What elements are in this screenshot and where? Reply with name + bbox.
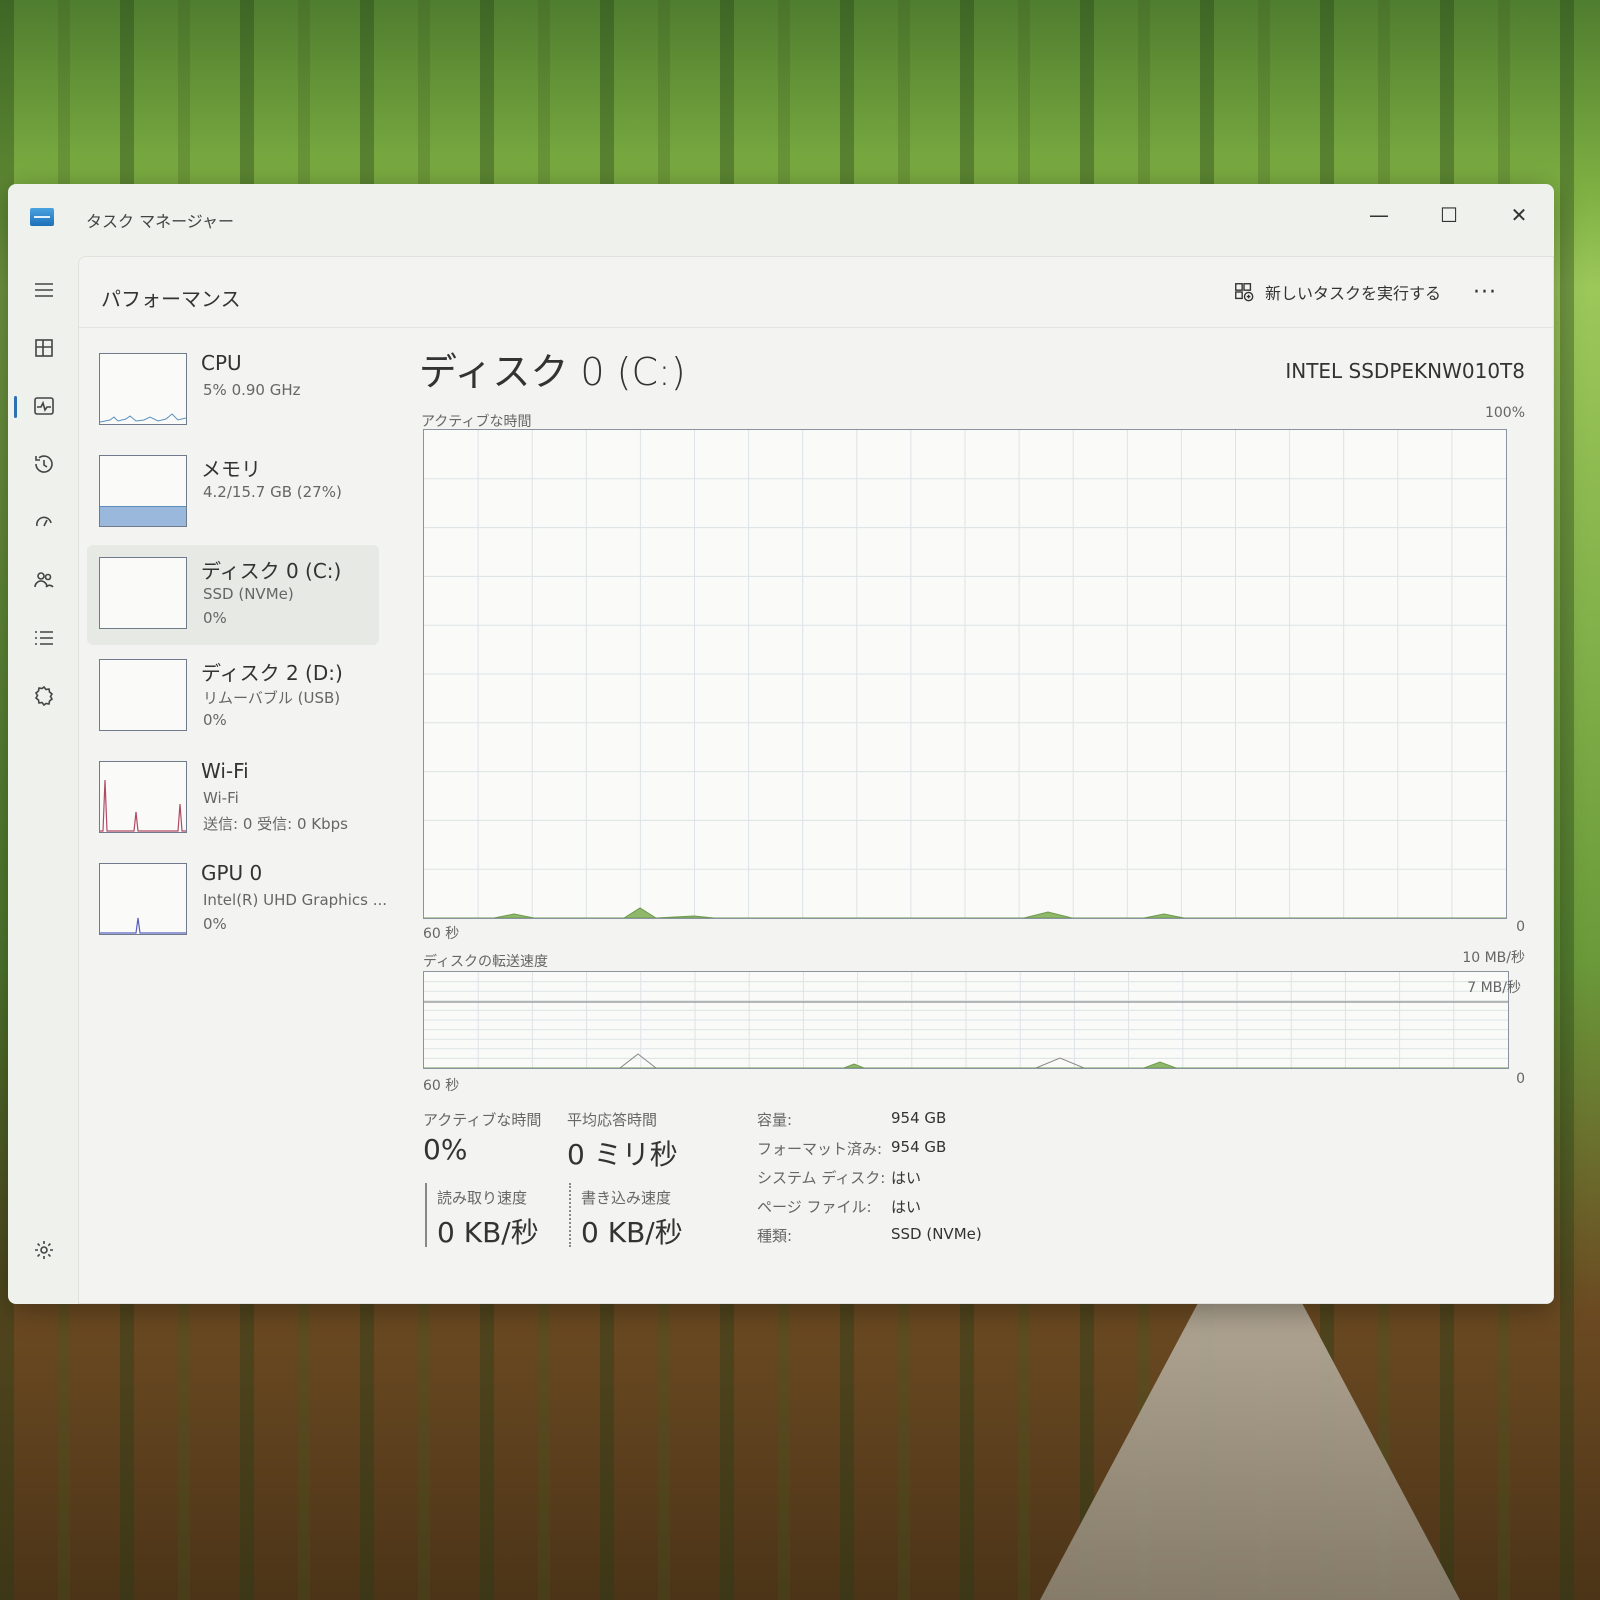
active-time-chart-max: 100%	[1484, 405, 1525, 421]
cpu-thumbnail-graph	[99, 353, 187, 425]
run-new-task-button[interactable]: 新しいタスクを実行する	[1233, 275, 1441, 309]
wallpaper-path	[1040, 1300, 1460, 1600]
write-speed-value: 0 KB/秒	[581, 1216, 683, 1249]
type-label: 種類:	[757, 1227, 793, 1245]
capacity-value: 954 GB	[891, 1109, 947, 1127]
transfer-chart-right: 0	[1516, 1071, 1525, 1087]
capacity-label: 容量:	[757, 1111, 793, 1129]
disk2-thumbnail-graph	[99, 659, 187, 731]
active-time-graph	[423, 429, 1507, 919]
memory-usage-fill	[100, 506, 186, 526]
active-time-chart-right: 0	[1516, 919, 1525, 935]
active-time-stat-label: アクティブな時間	[423, 1111, 542, 1129]
device-detail: SSD (NVMe)	[203, 585, 294, 603]
device-item-gpu[interactable]: GPU 0 Intel(R) UHD Graphics ... 0%	[87, 851, 387, 951]
device-list: CPU 5% 0.90 GHz メモリ 4.2/15.7 GB (27%) ディ…	[87, 341, 387, 953]
users-icon[interactable]	[24, 560, 64, 600]
avg-response-label: 平均応答時間	[567, 1111, 658, 1129]
device-item-memory[interactable]: メモリ 4.2/15.7 GB (27%)	[87, 443, 379, 543]
device-name: ディスク 2 (D:)	[201, 661, 343, 685]
device-detail: Intel(R) UHD Graphics ...	[203, 891, 387, 909]
minimize-button[interactable]: —	[1356, 198, 1402, 232]
transfer-line-label: 7 MB/秒	[1467, 980, 1521, 996]
device-usage: 0%	[203, 711, 227, 729]
wifi-thumbnail-graph	[99, 761, 187, 833]
performance-icon[interactable]	[24, 386, 64, 426]
startup-icon[interactable]	[24, 502, 64, 542]
device-detail: Wi-Fi	[203, 789, 239, 807]
write-speed-label: 書き込み速度	[581, 1189, 672, 1207]
task-manager-app-icon	[30, 208, 54, 226]
device-name: Wi-Fi	[201, 759, 249, 783]
memory-thumbnail-graph	[99, 455, 187, 527]
command-bar: パフォーマンス 新しいタスクを実行する ···	[79, 257, 1553, 328]
avg-response-value: 0 ミリ秒	[567, 1138, 678, 1171]
maximize-button[interactable]: ☐	[1426, 198, 1472, 232]
device-item-disk-0[interactable]: ディスク 0 (C:) SSD (NVMe) 0%	[87, 545, 379, 645]
device-detail: 5% 0.90 GHz	[203, 381, 301, 399]
device-usage: 0%	[203, 915, 227, 933]
system-disk-value: はい	[891, 1169, 922, 1187]
device-item-cpu[interactable]: CPU 5% 0.90 GHz	[87, 341, 379, 441]
read-speed-value: 0 KB/秒	[437, 1216, 539, 1249]
active-time-chart-left: 60 秒	[423, 926, 460, 942]
title-bar[interactable]: タスク マネージャー — ☐ ✕	[8, 184, 1554, 254]
page-title: パフォーマンス	[101, 287, 241, 311]
page-file-value: はい	[891, 1198, 922, 1216]
device-name: ディスク 0 (C:)	[201, 559, 342, 583]
disk-title: ディスク 0 (C:)	[419, 350, 686, 394]
close-button[interactable]: ✕	[1496, 198, 1542, 232]
type-value: SSD (NVMe)	[891, 1225, 982, 1243]
disk-model: INTEL SSDPEKNW010T8	[1285, 359, 1525, 383]
window-title: タスク マネージャー	[86, 212, 234, 231]
device-item-wifi[interactable]: Wi-Fi Wi-Fi 送信: 0 受信: 0 Kbps	[87, 749, 379, 849]
disk0-thumbnail-graph	[99, 557, 187, 629]
navigation-rail	[8, 254, 78, 1304]
history-icon[interactable]	[24, 444, 64, 484]
settings-icon[interactable]	[24, 1230, 64, 1270]
processes-icon[interactable]	[24, 328, 64, 368]
read-speed-label: 読み取り速度	[437, 1189, 528, 1207]
gpu-thumbnail-graph	[99, 863, 187, 935]
formatted-label: フォーマット済み:	[757, 1140, 883, 1158]
device-item-disk-2[interactable]: ディスク 2 (D:) リムーバブル (USB) 0%	[87, 647, 379, 747]
formatted-value: 954 GB	[891, 1138, 947, 1156]
more-options-button[interactable]: ···	[1465, 275, 1505, 309]
hamburger-icon[interactable]	[24, 270, 64, 310]
active-time-chart-label: アクティブな時間	[421, 414, 532, 430]
content-pane: パフォーマンス 新しいタスクを実行する ··· CPU 5% 0.90 GHz …	[78, 256, 1554, 1304]
transfer-chart-left: 60 秒	[423, 1078, 460, 1094]
run-task-icon	[1235, 283, 1254, 302]
services-icon[interactable]	[24, 676, 64, 716]
device-name: CPU	[201, 351, 242, 375]
run-task-label: 新しいタスクを実行する	[1265, 284, 1442, 303]
task-manager-window: タスク マネージャー — ☐ ✕ パフォーマンス 新しいタスクを実行する ···…	[8, 184, 1554, 1304]
device-detail: 4.2/15.7 GB (27%)	[203, 483, 342, 501]
system-disk-label: システム ディスク:	[757, 1169, 886, 1187]
details-icon[interactable]	[24, 618, 64, 658]
device-name: GPU 0	[201, 861, 263, 885]
transfer-rate-graph	[423, 971, 1509, 1069]
read-speed-divider	[425, 1183, 427, 1247]
transfer-chart-max: 10 MB/秒	[1462, 950, 1525, 966]
device-detail: リムーバブル (USB)	[203, 689, 341, 707]
nav-active-indicator	[14, 396, 17, 418]
active-time-stat-value: 0%	[423, 1133, 468, 1166]
page-file-label: ページ ファイル:	[757, 1198, 872, 1216]
device-usage: 送信: 0 受信: 0 Kbps	[203, 815, 348, 833]
device-usage: 0%	[203, 609, 227, 627]
write-speed-divider	[569, 1183, 571, 1247]
device-name: メモリ	[201, 457, 261, 481]
transfer-chart-label: ディスクの転送速度	[423, 954, 549, 970]
